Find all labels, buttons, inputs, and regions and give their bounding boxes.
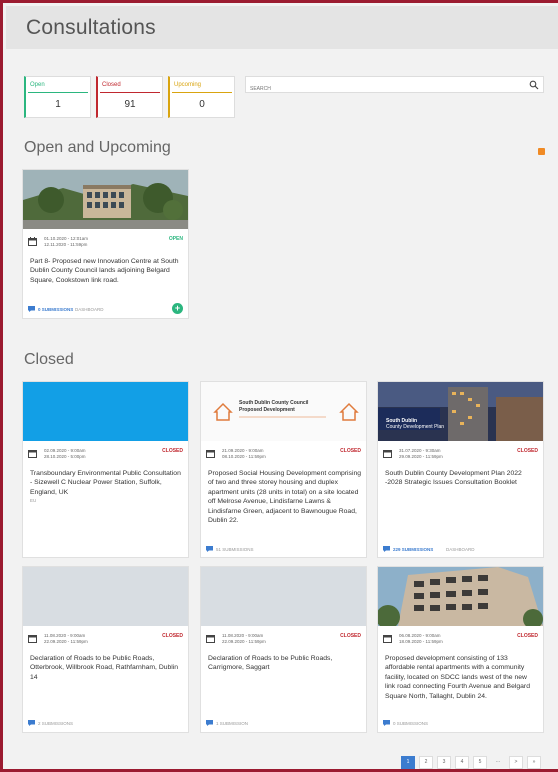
consultation-card[interactable]: 11.08.2020 - 9:00am 22.09.2020 - 11:59pm … (22, 566, 189, 733)
comment-icon (383, 546, 390, 552)
stat-closed[interactable]: Closed 91 (96, 76, 163, 118)
add-submission-button[interactable]: + (172, 303, 183, 314)
submissions-link[interactable]: 51 SUBMISSIONS (206, 546, 254, 552)
calendar-icon (28, 237, 37, 246)
card-title[interactable]: Declaration of Roads to be Public Roads,… (30, 654, 183, 682)
search-box (245, 76, 544, 97)
banner-line-2: Proposed Development (239, 407, 295, 413)
card-image: South Dublin County Council Proposed Deve… (201, 382, 366, 441)
card-image: South Dublin County Development Plan (378, 382, 543, 441)
submissions-count: 51 SUBMISSIONS (216, 546, 254, 552)
card-end-date: 28.10.2020 - 5:00pm (44, 454, 86, 459)
search-icon[interactable] (529, 80, 539, 90)
stat-open-count: 1 (55, 99, 61, 110)
stat-closed-label: Closed (102, 82, 121, 88)
next-page-button[interactable]: > (509, 756, 523, 769)
page-title: Consultations (26, 16, 156, 39)
status-badge: CLOSED (340, 633, 361, 639)
status-badge: CLOSED (162, 633, 183, 639)
comment-icon (28, 306, 35, 312)
status-badge: CLOSED (340, 448, 361, 454)
consultation-card[interactable]: South Dublin County Council Proposed Deve… (200, 381, 367, 558)
page-1-button[interactable]: 1 (401, 756, 415, 769)
card-end-date: 12.11.2020 - 11:59pm (44, 242, 88, 247)
status-badge: CLOSED (517, 448, 538, 454)
card-end-date: 22.09.2020 - 11:59pm (222, 639, 266, 644)
comment-icon (206, 546, 213, 552)
card-image (23, 567, 188, 626)
consultation-card[interactable]: South Dublin County Development Plan 31.0… (377, 381, 544, 558)
pagination: 1 2 3 4 5 ... > » (401, 756, 541, 769)
consultation-card[interactable]: 02.09.2020 - 9:00am 28.10.2020 - 5:00pm C… (22, 381, 189, 558)
submissions-count: 229 SUBMISSIONS (393, 546, 434, 552)
card-image (378, 567, 543, 626)
comment-icon (28, 720, 35, 726)
consultation-card[interactable]: 11.08.2020 - 9:00am 22.09.2020 - 11:59pm … (200, 566, 367, 733)
stat-upcoming-label: Upcoming (174, 82, 202, 88)
card-title[interactable]: Proposed development consisting of 133 a… (385, 654, 538, 701)
calendar-icon (383, 450, 392, 458)
calendar-icon (28, 635, 37, 643)
submissions-count: 1 SUBMISSION (216, 720, 249, 726)
submissions-count: 0 SUBMISSIONS (393, 720, 429, 726)
calendar-icon (206, 635, 215, 643)
status-badge: OPEN (168, 236, 183, 242)
page-ellipsis: ... (495, 758, 501, 764)
page-frame: Consultations Open 1 Closed 91 Upcoming … (0, 0, 558, 772)
stat-upcoming-count: 0 (199, 99, 205, 110)
rss-icon[interactable] (538, 148, 545, 155)
comment-icon (383, 720, 390, 726)
card-end-date: 22.09.2020 - 11:59pm (44, 639, 88, 644)
status-badge: CLOSED (162, 448, 183, 454)
calendar-icon (28, 450, 37, 458)
submissions-count: 0 SUBMISSIONS (38, 306, 74, 312)
page-3-button[interactable]: 3 (437, 756, 451, 769)
status-badge: CLOSED (517, 633, 538, 639)
card-image (23, 170, 188, 229)
card-title[interactable]: Part 8- Proposed new Innovation Centre a… (30, 257, 183, 285)
page-5-button[interactable]: 5 (473, 756, 487, 769)
card-title[interactable]: Declaration of Roads to be Public Roads,… (208, 654, 361, 673)
calendar-icon (206, 450, 215, 458)
card-end-date: 29.09.2020 - 11:59pm (399, 454, 443, 459)
page-4-button[interactable]: 4 (455, 756, 469, 769)
card-title[interactable]: Transboundary Environmental Public Consu… (30, 469, 183, 497)
title-bar: Consultations (6, 6, 558, 49)
submissions-count: 2 SUBMISSIONS (38, 720, 74, 726)
section-title-open-upcoming: Open and Upcoming (24, 139, 171, 156)
card-title[interactable]: Proposed Social Housing Development comp… (208, 469, 361, 525)
card-image (23, 382, 188, 441)
banner-line-2: County Development Plan (386, 424, 445, 430)
card-end-date: 08.10.2020 - 11:59pm (222, 454, 266, 459)
stat-closed-count: 91 (124, 99, 136, 110)
submissions-link[interactable]: 229 SUBMISSIONS (383, 546, 433, 552)
card-image (201, 567, 366, 626)
comment-icon (206, 720, 213, 726)
section-title-closed: Closed (24, 351, 74, 368)
card-tag: EU (30, 498, 37, 503)
card-end-date: 18.09.2020 - 11:59pm (399, 639, 443, 644)
submissions-link[interactable]: 2 SUBMISSIONS (28, 720, 73, 726)
page-2-button[interactable]: 2 (419, 756, 433, 769)
submissions-link[interactable]: 1 SUBMISSION (206, 720, 248, 726)
search-input[interactable] (246, 81, 516, 97)
stat-open[interactable]: Open 1 (24, 76, 91, 118)
stat-divider (100, 92, 160, 93)
stat-divider (172, 92, 232, 93)
banner-line-1: South Dublin County Council (239, 400, 309, 406)
calendar-icon (383, 635, 392, 643)
stat-divider (28, 92, 88, 93)
stat-open-label: Open (30, 82, 45, 88)
consultation-card[interactable]: 06.08.2020 - 9:00am 18.09.2020 - 11:59pm … (377, 566, 544, 733)
stat-upcoming[interactable]: Upcoming 0 (168, 76, 235, 118)
card-title[interactable]: South Dublin County Development Plan 202… (385, 469, 538, 488)
dashboard-link[interactable]: DASHBOARD (75, 307, 104, 312)
submissions-link[interactable]: 0 SUBMISSIONS (28, 306, 73, 312)
stat-boxes: Open 1 Closed 91 Upcoming 0 (24, 76, 235, 118)
dashboard-link[interactable]: DASHBOARD (446, 547, 475, 552)
consultation-card[interactable]: 01.10.2020 - 12:01am 12.11.2020 - 11:59pm… (22, 169, 189, 319)
submissions-link[interactable]: 0 SUBMISSIONS (383, 720, 428, 726)
last-page-button[interactable]: » (527, 756, 541, 769)
